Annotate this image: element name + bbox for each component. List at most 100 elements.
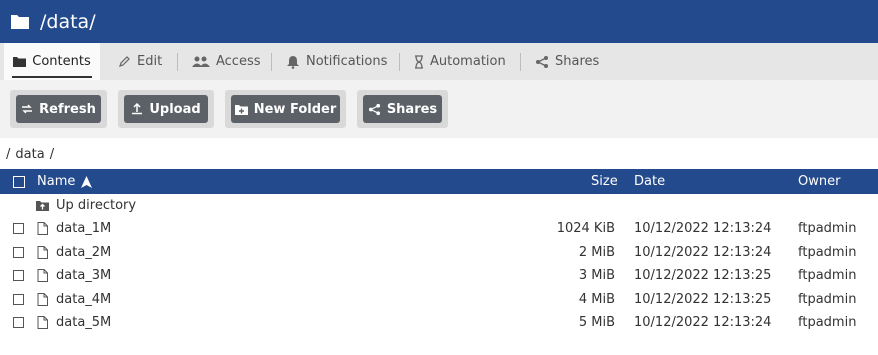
title-bar: /data/	[0, 0, 878, 43]
refresh-label: Refresh	[39, 101, 96, 117]
shares-label: Shares	[386, 101, 438, 117]
file-icon	[37, 264, 48, 287]
tab-shares[interactable]: Shares	[535, 43, 599, 80]
column-label: Size	[591, 174, 618, 189]
tab-label: Shares	[555, 54, 600, 69]
file-date: 10/12/2022 12:13:25	[634, 291, 772, 307]
pencil-icon	[118, 55, 131, 68]
tab-divider	[177, 53, 178, 71]
tab-edit[interactable]: Edit	[118, 43, 162, 80]
file-name[interactable]: data_4M	[56, 288, 111, 311]
file-owner: ftpadmin	[798, 244, 857, 260]
users-icon	[192, 56, 210, 68]
table-row[interactable]: data_1M 1024 KiB 10/12/2022 12:13:24 ftpadm…	[0, 217, 878, 240]
tab-divider	[271, 53, 272, 71]
tab-divider	[520, 53, 521, 71]
checkbox[interactable]	[13, 223, 24, 234]
bell-icon	[286, 55, 300, 69]
file-date: 10/12/2022 12:13:24	[634, 221, 772, 236]
file-size: 4 MiB	[578, 291, 615, 307]
column-header-size[interactable]: Size	[591, 169, 618, 194]
tab-divider	[399, 53, 400, 71]
row-checkbox[interactable]	[13, 311, 24, 334]
file-owner: ftpadmin	[798, 268, 857, 283]
file-size: 3 MiB	[578, 268, 615, 283]
checkbox[interactable]	[13, 270, 24, 281]
column-header-owner[interactable]: Owner	[798, 169, 840, 194]
upload-button-frame: Upload	[118, 90, 214, 128]
file-icon	[37, 311, 48, 334]
tab-notifications[interactable]: Notifications	[286, 43, 387, 80]
file-icon	[37, 217, 48, 240]
shares-button[interactable]: Shares	[363, 95, 442, 123]
new-folder-label: New Folder	[253, 101, 337, 117]
folder-icon	[10, 12, 30, 32]
table-row[interactable]: data_3M 3 MiB 10/12/2022 12:13:25 ftpadmin	[0, 264, 878, 287]
upload-button[interactable]: Upload	[124, 95, 208, 123]
page-title: /data/	[40, 10, 96, 33]
tab-label: Contents	[32, 54, 91, 69]
refresh-icon	[21, 104, 33, 114]
column-label: Name	[37, 174, 76, 189]
file-owner: ftpadmin	[798, 221, 857, 236]
file-date: 10/12/2022 12:13:24	[634, 244, 772, 260]
up-directory-link[interactable]: Up directory	[56, 194, 136, 217]
row-checkbox[interactable]	[13, 217, 24, 240]
file-size: 5 MiB	[578, 315, 615, 330]
table-row[interactable]: data_4M 4 MiB 10/12/2022 12:13:25 ftpadmin	[0, 288, 878, 311]
file-owner: ftpadmin	[798, 291, 857, 307]
column-label: Date	[634, 174, 666, 189]
hourglass-icon	[414, 54, 424, 69]
row-checkbox[interactable]	[13, 264, 24, 287]
row-checkbox[interactable]	[13, 241, 24, 264]
share-icon	[535, 55, 549, 69]
file-icon	[37, 241, 48, 264]
column-header-name[interactable]: Name	[37, 169, 93, 194]
file-owner: ftpadmin	[798, 315, 857, 330]
new-folder-button[interactable]: New Folder	[231, 95, 340, 123]
folder-up-icon	[36, 194, 49, 217]
folder-icon	[13, 56, 27, 67]
file-date: 10/12/2022 12:13:24	[634, 315, 772, 330]
file-size: 2 MiB	[578, 244, 615, 260]
breadcrumb-item-data[interactable]: data	[15, 147, 44, 162]
column-header-date[interactable]: Date	[634, 169, 665, 194]
file-icon	[37, 288, 48, 311]
file-date: 10/12/2022 12:13:25	[634, 268, 772, 283]
checkbox[interactable]	[13, 317, 24, 328]
tab-label: Access	[216, 54, 261, 69]
file-size: 1024 KiB	[556, 221, 615, 236]
breadcrumb: / data /	[6, 147, 59, 162]
file-name[interactable]: data_1M	[56, 217, 111, 240]
new-folder-button-frame: New Folder	[225, 90, 346, 128]
table-row[interactable]: data_2M 2 MiB 10/12/2022 12:13:24 ftpadmin	[0, 241, 878, 264]
toolbar: Refresh Upload New Folder Shares	[0, 80, 878, 138]
checkbox[interactable]	[13, 246, 24, 258]
refresh-button[interactable]: Refresh	[16, 95, 101, 123]
sort-ascending-icon	[81, 175, 93, 188]
table-row[interactable]: data_5M 5 MiB 10/12/2022 12:13:24 ftpadmin	[0, 311, 878, 334]
file-name[interactable]: data_2M	[56, 241, 111, 264]
checkbox[interactable]	[13, 293, 24, 305]
row-checkbox[interactable]	[13, 288, 24, 311]
upload-icon	[131, 103, 143, 115]
tab-label: Notifications	[306, 54, 388, 69]
breadcrumb-separator: /	[6, 147, 11, 162]
tab-access[interactable]: Access	[192, 43, 261, 80]
up-directory-row[interactable]: Up directory	[0, 194, 878, 217]
upload-label: Upload	[149, 101, 201, 117]
breadcrumb-separator: /	[49, 147, 55, 162]
tab-label: Edit	[137, 54, 163, 69]
table-header: Name Size Date Owner	[0, 169, 878, 194]
tab-contents[interactable]: Contents	[4, 43, 100, 80]
tab-label: Automation	[430, 54, 506, 69]
select-all-checkbox[interactable]	[13, 169, 25, 194]
refresh-button-frame: Refresh	[10, 90, 107, 128]
tab-bar: Contents Edit Access Notifications Autom…	[0, 43, 878, 80]
folder-plus-icon	[234, 104, 248, 115]
checkbox[interactable]	[13, 175, 25, 188]
tab-automation[interactable]: Automation	[414, 43, 506, 80]
shares-button-frame: Shares	[357, 90, 448, 128]
file-name[interactable]: data_5M	[56, 311, 111, 334]
file-name[interactable]: data_3M	[56, 264, 111, 287]
